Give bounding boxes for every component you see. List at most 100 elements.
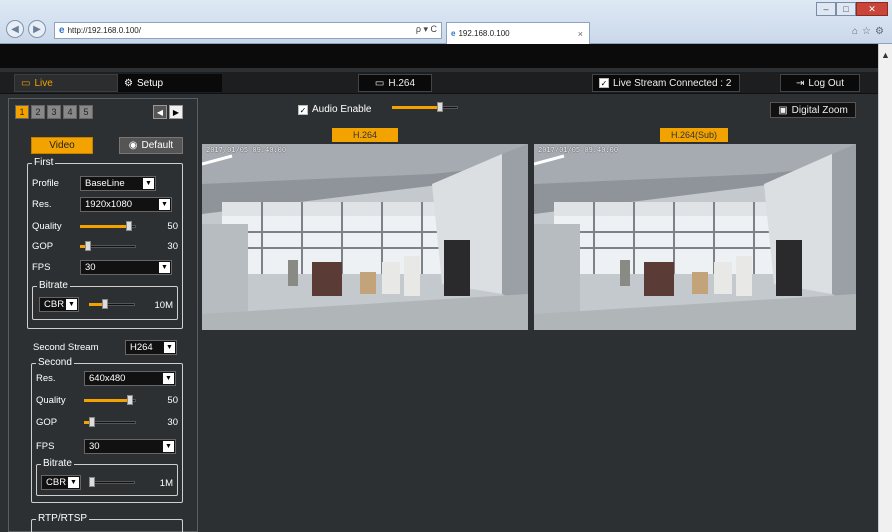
next-arrow-icon[interactable]: ▶: [169, 105, 183, 119]
codec-selector[interactable]: ▭ H.264: [358, 74, 432, 92]
slider-thumb[interactable]: [126, 221, 132, 231]
logout-label: Log Out: [808, 77, 844, 89]
res-select[interactable]: 1920x1080 ▼: [80, 196, 172, 212]
second-quality-slider[interactable]: [84, 395, 136, 405]
second-stream-row: Second Stream H264 ▼: [33, 339, 177, 355]
second-gop-slider[interactable]: [84, 417, 136, 427]
default-button[interactable]: ◉ Default: [119, 137, 183, 154]
browser-toolbar-icons[interactable]: ⌂☆⚙: [852, 26, 888, 37]
profile-row: Profile BaseLine ▼: [32, 175, 156, 191]
second-quality-label: Quality: [36, 394, 66, 406]
slider-thumb[interactable]: [85, 241, 91, 251]
second-fps-row: FPS 30 ▼: [36, 438, 176, 454]
window-controls: – □ ✕: [816, 2, 888, 16]
close-window-icon[interactable]: ✕: [856, 2, 888, 16]
chevron-down-icon: ▼: [159, 261, 170, 273]
tab-live-label: Live: [34, 77, 53, 89]
bitrate-slider[interactable]: [89, 299, 135, 309]
profile-value: BaseLine: [85, 177, 125, 189]
chevron-down-icon: ▼: [68, 477, 79, 488]
office-scene-image: [202, 144, 528, 330]
address-bar[interactable]: e http://192.168.0.100/ ρ ▾ C: [54, 22, 442, 39]
chevron-down-icon: ▼: [164, 341, 175, 353]
video-button[interactable]: Video: [31, 137, 93, 154]
second-bitrate-slider[interactable]: [89, 477, 135, 487]
channel-arrows: ◀ ▶: [153, 105, 185, 119]
second-stream-codec-value: H264: [130, 341, 153, 353]
channel-5-button[interactable]: 5: [79, 105, 93, 119]
bitrate-mode-select[interactable]: CBR ▼: [39, 297, 79, 312]
channel-1-button[interactable]: 1: [15, 105, 29, 119]
channel-4-button[interactable]: 4: [63, 105, 77, 119]
browser-tab[interactable]: e 192.168.0.100 ×: [446, 22, 590, 44]
chevron-down-icon: ▼: [66, 299, 77, 310]
quality-slider[interactable]: [80, 221, 136, 231]
second-bitrate-mode-select[interactable]: CBR ▼: [41, 475, 81, 490]
second-stream-label: Second Stream: [33, 341, 99, 353]
settings-panel: 1 2 3 4 5 ◀ ▶ Video ◉ Default First Prof…: [8, 98, 198, 532]
minimize-icon[interactable]: –: [816, 2, 836, 16]
tab-setup[interactable]: ⚙ Setup: [118, 74, 222, 92]
first-stream-group: First Profile BaseLine ▼ Res. 1920x1080 …: [27, 157, 183, 329]
channel-2-button[interactable]: 2: [31, 105, 45, 119]
channel-3-button[interactable]: 3: [47, 105, 61, 119]
second-fps-select[interactable]: 30 ▼: [84, 438, 176, 454]
second-stream-group: Second Res. 640x480 ▼ Quality 50 GOP 30 …: [31, 357, 183, 503]
connection-checkbox[interactable]: ✓: [599, 78, 609, 88]
res-label: Res.: [32, 198, 52, 210]
search-refresh-icons[interactable]: ρ ▾ C: [416, 24, 437, 35]
second-stream-codec-select[interactable]: H264 ▼: [125, 339, 177, 355]
tab-live[interactable]: ▭ Live: [14, 74, 118, 92]
slider-thumb[interactable]: [437, 102, 443, 112]
fps-label: FPS: [32, 261, 51, 273]
monitor-icon: ▭: [21, 77, 31, 89]
second-res-select[interactable]: 640x480 ▼: [84, 370, 176, 386]
audio-enable-control[interactable]: ✓ Audio Enable: [298, 104, 372, 115]
first-bitrate-group: Bitrate CBR ▼ 10M: [32, 280, 178, 320]
second-bitrate-legend: Bitrate: [41, 458, 74, 469]
osd-timestamp: 2017/01/05 09:40:00: [538, 146, 619, 154]
profile-select[interactable]: BaseLine ▼: [80, 175, 156, 191]
tab-setup-label: Setup: [136, 77, 164, 89]
tab-title: 192.168.0.100: [458, 29, 510, 38]
slider-fill: [80, 225, 129, 228]
slider-thumb[interactable]: [127, 395, 133, 405]
second-fps-value: 30: [89, 440, 100, 452]
gop-slider[interactable]: [80, 241, 136, 251]
audio-volume-slider[interactable]: [392, 102, 458, 112]
second-fps-label: FPS: [36, 440, 55, 452]
audio-enable-checkbox[interactable]: ✓: [298, 104, 308, 115]
slider-thumb[interactable]: [89, 417, 95, 427]
quality-value: 50: [167, 221, 178, 232]
logout-icon: ⇥: [796, 77, 805, 89]
stream2-label: H.264(Sub): [660, 128, 728, 142]
second-res-row: Res. 640x480 ▼: [36, 370, 176, 386]
page-scrollbar[interactable]: ▲: [878, 44, 892, 532]
connection-status[interactable]: ✓ Live Stream Connected : 2: [592, 74, 740, 92]
quality-label: Quality: [32, 220, 62, 232]
chevron-down-icon: ▼: [163, 440, 174, 452]
digital-zoom-button[interactable]: ▣ Digital Zoom: [770, 102, 856, 118]
res-value: 1920x1080: [85, 198, 133, 210]
second-legend: Second: [36, 357, 74, 368]
second-bitrate-group: Bitrate CBR ▼ 1M: [36, 458, 178, 496]
quality-row: Quality: [32, 218, 136, 234]
fps-select[interactable]: 30 ▼: [80, 259, 172, 275]
ie-logo-icon: e: [59, 25, 65, 36]
video-feed-sub[interactable]: 2017/01/05 09:40:00: [534, 144, 856, 330]
chevron-down-icon: ▼: [159, 198, 170, 210]
back-icon[interactable]: ◀: [6, 20, 24, 38]
prev-arrow-icon[interactable]: ◀: [153, 105, 167, 119]
slider-fill: [84, 399, 130, 402]
video-feed-main[interactable]: 2017/01/05 09:40:00: [202, 144, 528, 330]
slider-thumb[interactable]: [102, 299, 108, 309]
slider-thumb[interactable]: [89, 477, 95, 487]
maximize-icon[interactable]: □: [836, 2, 856, 16]
office-scene-image: [534, 144, 856, 330]
url-text: http://192.168.0.100/: [67, 26, 141, 35]
logout-button[interactable]: ⇥ Log Out: [780, 74, 860, 92]
tab-close-icon[interactable]: ×: [578, 29, 583, 39]
forward-icon[interactable]: ▶: [28, 20, 46, 38]
second-bitrate-mode-value: CBR: [46, 477, 67, 488]
scroll-up-icon[interactable]: ▲: [879, 50, 892, 60]
